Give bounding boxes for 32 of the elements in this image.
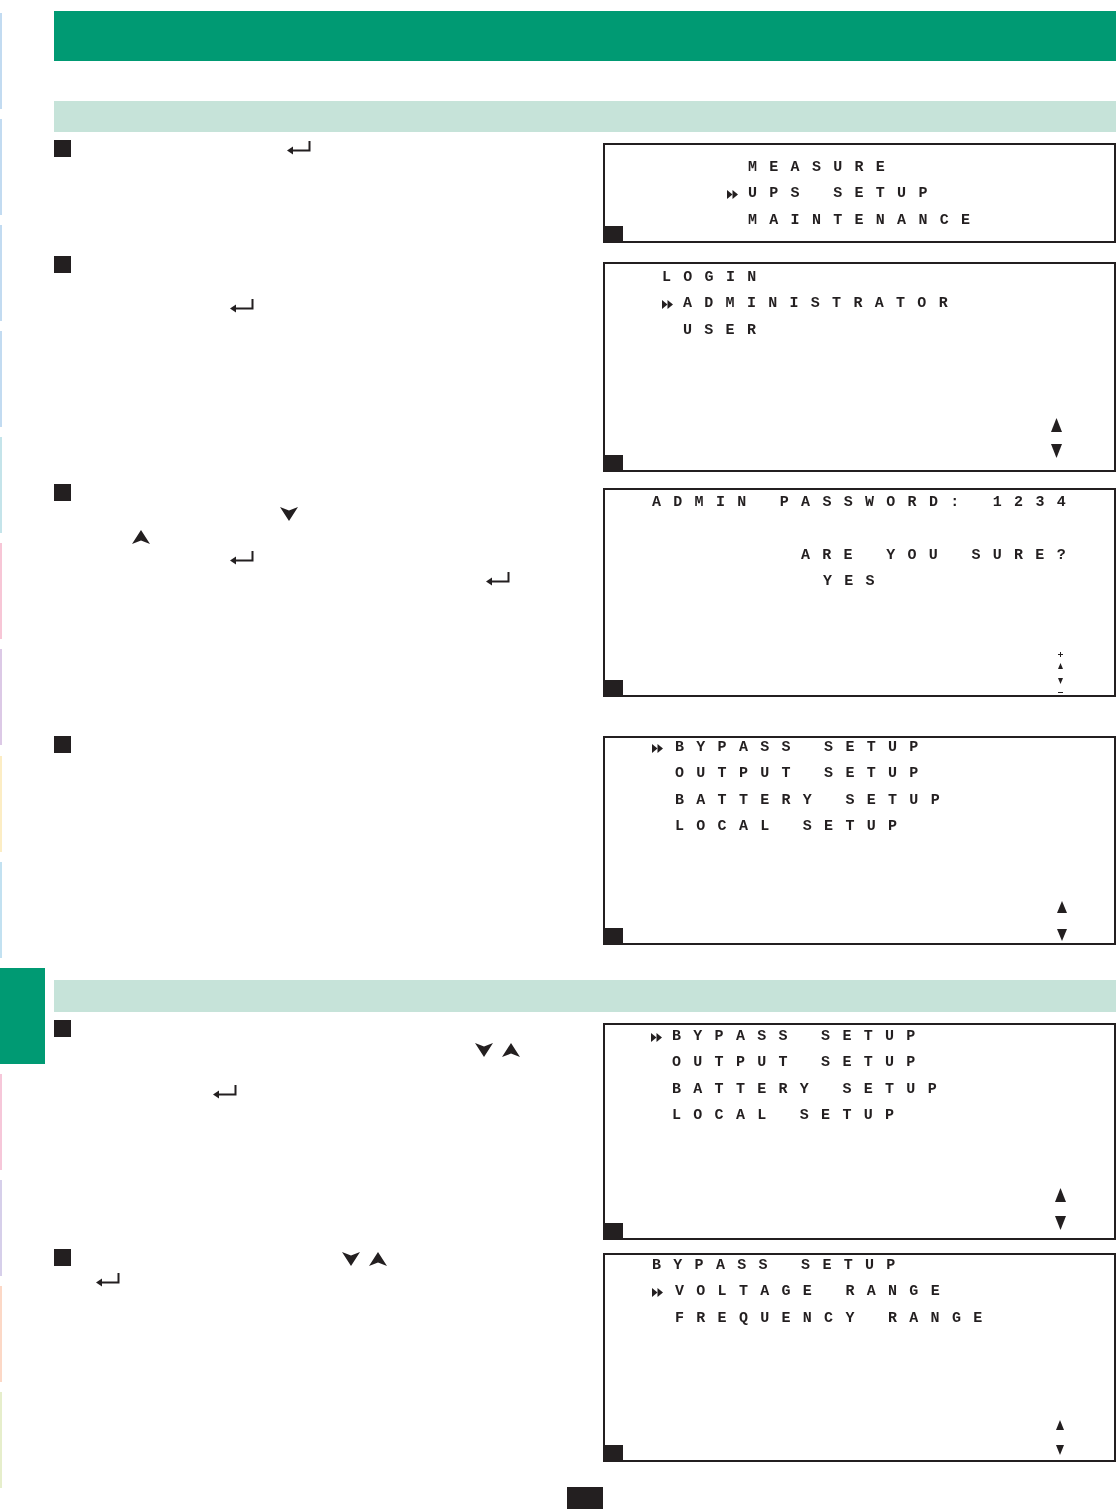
enter-icon [486,572,510,586]
down-arrowhead-icon [342,1252,360,1266]
up-arrowhead-icon [132,530,150,544]
down-arrowhead-icon [280,507,298,521]
up-triangle-icon [1058,663,1063,669]
bullet-icon [54,1249,71,1266]
bullet-icon [54,1020,71,1037]
up-triangle-icon [1056,1420,1064,1430]
up-arrowhead-icon [369,1252,387,1266]
bullet-icon [54,140,71,157]
down-triangle-icon [1056,1445,1064,1455]
down-triangle-icon [1058,678,1063,684]
enter-icon [230,299,254,313]
up-triangle-icon [1057,901,1067,913]
up-triangle-icon [1055,1188,1066,1202]
bullet-icon [54,256,71,273]
footer-block [567,1487,603,1509]
down-triangle-icon [1051,444,1062,458]
plus-icon [1058,652,1063,657]
bullet-icon [54,484,71,501]
up-arrowhead-icon [502,1043,520,1057]
down-triangle-icon [1055,1216,1066,1230]
enter-icon [96,1273,120,1287]
enter-icon [287,141,311,155]
minus-icon [1058,692,1063,693]
bullet-icon [54,736,71,753]
enter-icon [230,551,254,565]
enter-icon [213,1085,237,1099]
up-triangle-icon [1051,418,1062,432]
prompt-text: ARE YOU SURE? [801,547,1066,564]
down-arrowhead-icon [475,1043,493,1057]
down-triangle-icon [1057,929,1067,941]
